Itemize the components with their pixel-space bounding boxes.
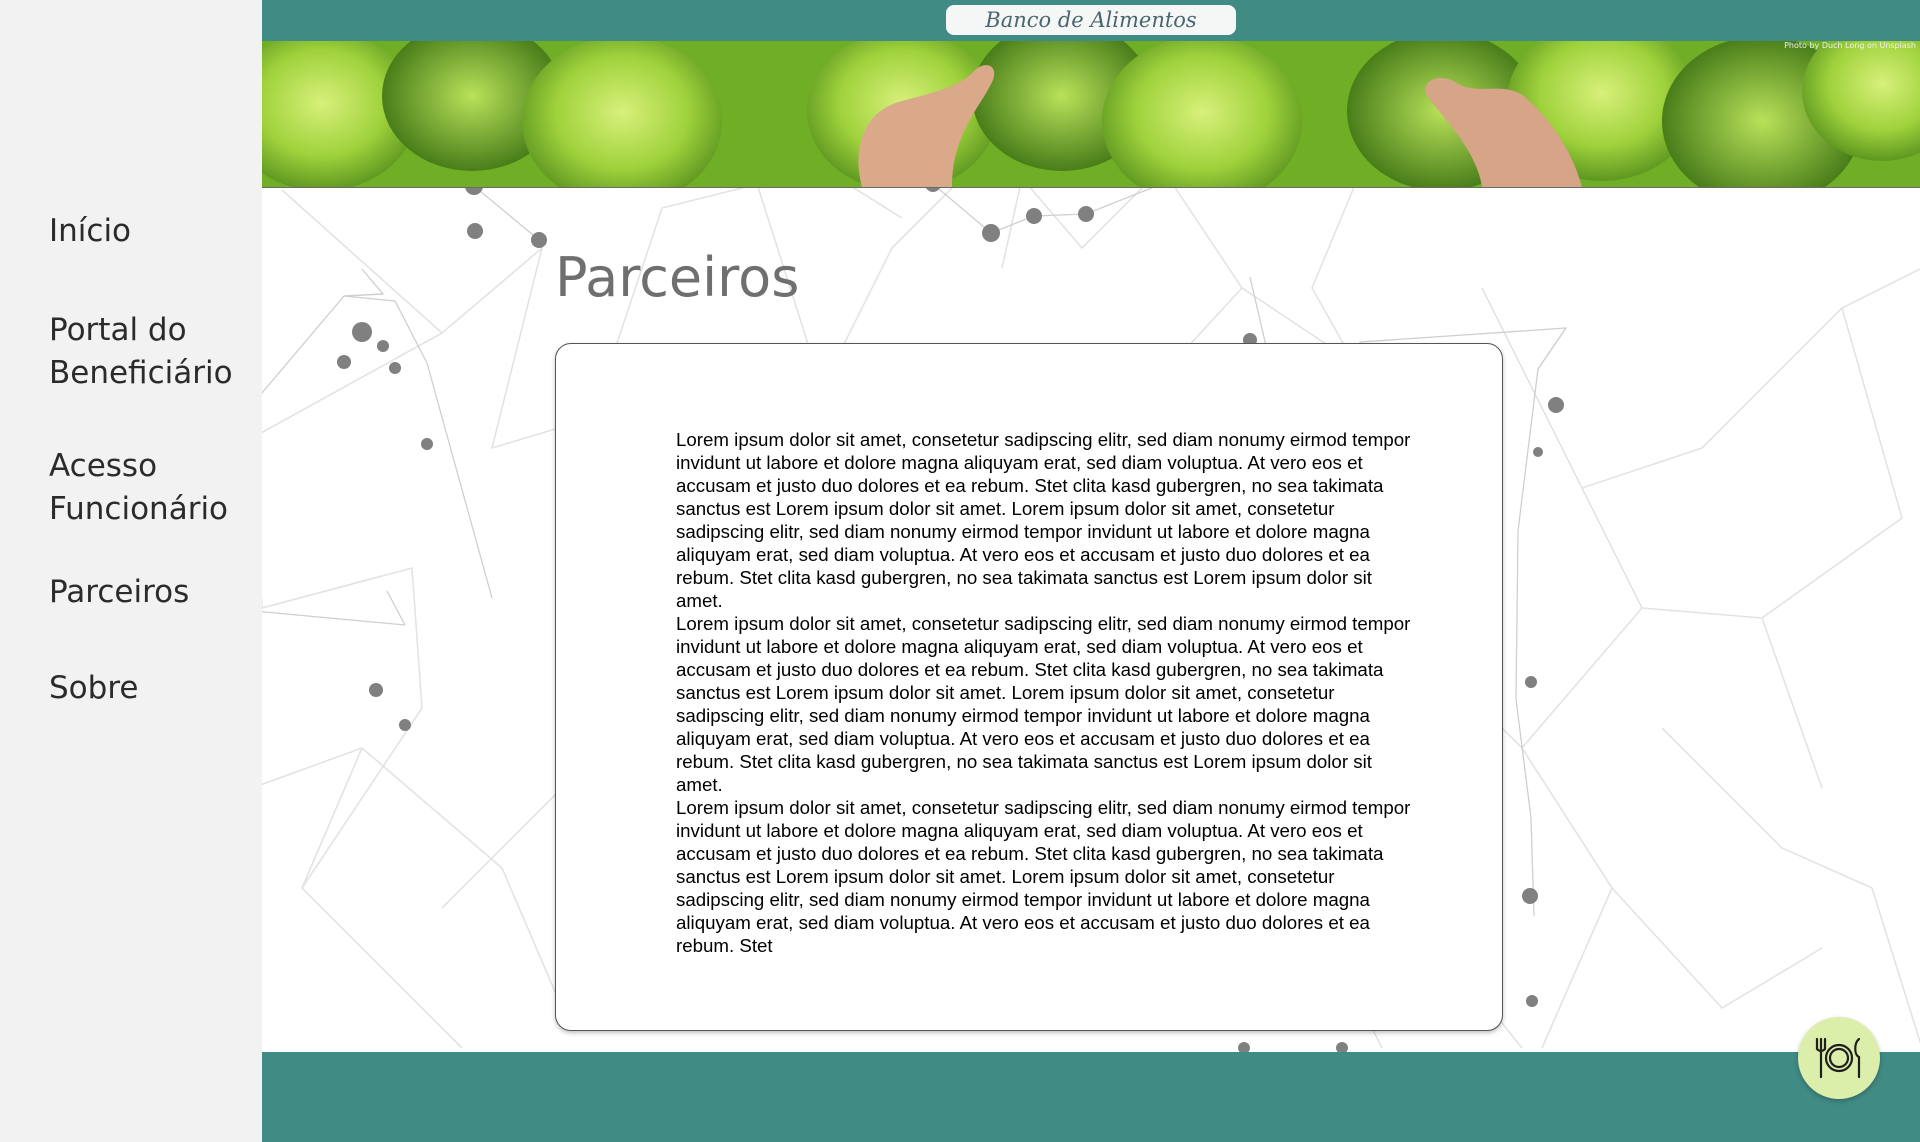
footer-bar	[262, 1052, 1920, 1142]
sidebar-item-acesso-funcionario[interactable]: Acesso Funcionário	[49, 445, 249, 531]
plate-cutlery-icon	[1815, 1037, 1861, 1079]
sidebar-item-inicio[interactable]: Início	[49, 210, 249, 253]
photo-credit: Photo by Duch Long on Unsplash	[1784, 41, 1916, 50]
site-brand[interactable]: Banco de Alimentos	[946, 5, 1236, 35]
sidebar-item-parceiros[interactable]: Parceiros	[49, 571, 249, 614]
content-card: Lorem ipsum dolor sit amet, consetetur s…	[555, 343, 1503, 1031]
sidebar: Início Portal do Beneficiário Acesso Fun…	[0, 0, 262, 1142]
card-body-text: Lorem ipsum dolor sit amet, consetetur s…	[676, 428, 1416, 957]
fab-button[interactable]	[1798, 1017, 1880, 1099]
paragraph: Lorem ipsum dolor sit amet, consetetur s…	[676, 613, 1411, 795]
sidebar-item-sobre[interactable]: Sobre	[49, 667, 249, 710]
paragraph: Lorem ipsum dolor sit amet, consetetur s…	[676, 429, 1411, 611]
sidebar-item-portal-beneficiario[interactable]: Portal do Beneficiário	[49, 309, 249, 395]
paragraph: Lorem ipsum dolor sit amet, consetetur s…	[676, 797, 1411, 956]
lettuce-photo	[262, 41, 1920, 187]
page-title: Parceiros	[555, 246, 800, 309]
main-content: Parceiros Lorem ipsum dolor sit amet, co…	[262, 188, 1920, 1052]
hero-banner-image: Photo by Duch Long on Unsplash	[262, 41, 1920, 188]
header-bar: Banco de Alimentos	[262, 0, 1920, 41]
